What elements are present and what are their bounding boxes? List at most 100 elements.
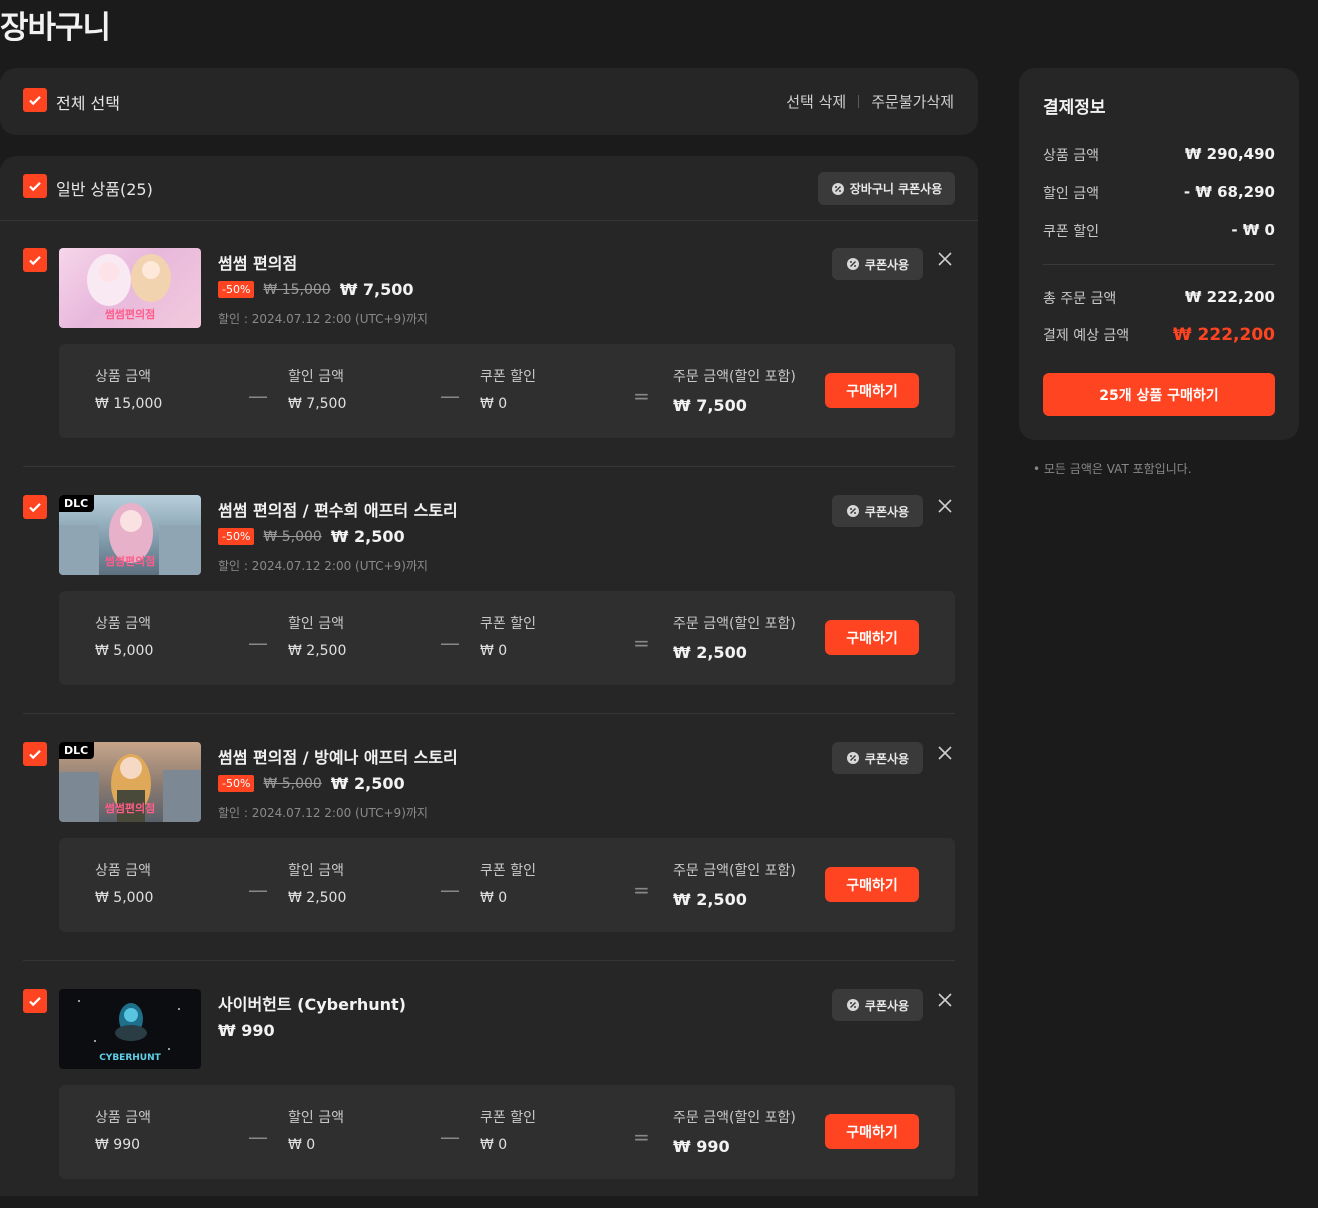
coupon-value: ₩ 0 [480, 396, 508, 412]
product-name[interactable]: 썸썸 편의점 / 방예나 애프터 스토리 [218, 744, 458, 768]
payment-total-row: 총 주문 금액 ₩ 222,200 [1043, 288, 1275, 308]
coupon-value: ₩ 0 [480, 890, 508, 906]
coupon-use-button[interactable]: 쿠폰사용 [832, 742, 923, 774]
check-icon [29, 750, 41, 760]
cart-coupon-button[interactable]: 장바구니 쿠폰사용 [818, 172, 955, 205]
dlc-badge: DLC [59, 495, 95, 512]
order-value: ₩ 2,500 [673, 643, 747, 662]
remove-item-icon[interactable] [936, 250, 954, 268]
thumbnail-caption: 썸썸편의점 [104, 555, 156, 568]
coupon-use-button[interactable]: 쿠폰사용 [832, 989, 923, 1021]
delete-selected-button[interactable]: 선택 삭제 [786, 91, 846, 112]
coupon-use-label: 쿠폰사용 [864, 504, 910, 519]
payment-title: 결제정보 [1043, 98, 1106, 118]
buy-button[interactable]: 구매하기 [825, 1114, 919, 1149]
payment-coupon-label: 쿠폰 할인 [1043, 224, 1099, 240]
discount-key: 할인 금액 [288, 616, 344, 632]
check-icon [29, 503, 41, 513]
coupon-icon [846, 752, 859, 764]
coupon-key: 쿠폰 할인 [480, 369, 536, 385]
payment-panel: 결제정보 상품 금액 ₩ 290,490 할인 금액 - ₩ 68,290 쿠폰… [1019, 68, 1299, 440]
sale-price: ₩ 2,500 [330, 527, 405, 546]
payment-expected-value: ₩ 222,200 [1172, 325, 1275, 345]
price-row: ₩ 990 [218, 1021, 275, 1040]
group-checkbox[interactable] [23, 174, 47, 198]
coupon-value: ₩ 0 [480, 643, 508, 659]
minus-icon: — [248, 384, 268, 408]
product-thumbnail[interactable]: 썸썸편의점 [59, 248, 201, 328]
discount-value: ₩ 2,500 [288, 643, 347, 659]
coupon-key: 쿠폰 할인 [480, 863, 536, 879]
coupon-use-button[interactable]: 쿠폰사용 [832, 495, 923, 527]
price-row: -50% ₩ 15,000 ₩ 7,500 [218, 280, 414, 299]
remove-item-icon[interactable] [936, 744, 954, 762]
cart-coupon-label: 장바구니 쿠폰사용 [849, 182, 943, 196]
price-key: 상품 금액 [95, 1110, 151, 1126]
coupon-icon [846, 999, 859, 1011]
coupon-use-button[interactable]: 쿠폰사용 [832, 248, 923, 280]
price-value: ₩ 990 [95, 1137, 141, 1153]
delete-unavailable-button[interactable]: 주문불가삭제 [871, 91, 954, 112]
equals-icon: = [633, 878, 650, 902]
product-thumbnail[interactable]: CYBERHUNT [59, 989, 201, 1069]
dlc-badge: DLC [59, 742, 95, 759]
price-summary: 상품 금액 ₩ 15,000 — 할인 금액 ₩ 7,500 — 쿠폰 할인 ₩ 0 … [59, 344, 955, 438]
sale-price: ₩ 2,500 [330, 774, 405, 793]
product-name[interactable]: 사이버헌트 (Cyberhunt) [218, 991, 406, 1015]
check-icon [29, 997, 41, 1007]
select-all-checkbox[interactable] [23, 88, 47, 112]
item-checkbox[interactable] [23, 742, 47, 766]
price-value: ₩ 5,000 [95, 643, 154, 659]
bulk-actions: 선택 삭제 주문불가삭제 [786, 91, 954, 112]
item-checkbox[interactable] [23, 248, 47, 272]
original-price: ₩ 5,000 [263, 775, 322, 792]
discount-badge: -50% [218, 528, 255, 545]
original-price: ₩ 15,000 [263, 281, 331, 298]
buy-button[interactable]: 구매하기 [825, 620, 919, 655]
product-thumbnail[interactable]: DLC 썸썸편의점 [59, 742, 201, 822]
sale-price: ₩ 7,500 [339, 280, 414, 299]
coupon-icon [846, 505, 859, 517]
discount-key: 할인 금액 [288, 863, 344, 879]
payment-total-value: ₩ 222,200 [1184, 288, 1275, 306]
buy-button[interactable]: 구매하기 [825, 867, 919, 902]
buy-button[interactable]: 구매하기 [825, 373, 919, 408]
order-key: 주문 금액(할인 포함) [673, 1110, 796, 1126]
check-icon [29, 256, 41, 266]
cart-item: CYBERHUNT 사이버헌트 (Cyberhunt) ₩ 990 쿠폰사용 상… [0, 961, 978, 1208]
price-row: -50% ₩ 5,000 ₩ 2,500 [218, 527, 405, 546]
product-thumbnail[interactable]: DLC 썸썸편의점 [59, 495, 201, 575]
product-name[interactable]: 썸썸 편의점 / 편수희 애프터 스토리 [218, 497, 458, 521]
cart-item: 썸썸편의점 썸썸 편의점 -50% ₩ 15,000 ₩ 7,500 할인 : … [0, 220, 978, 467]
minus-icon: — [248, 878, 268, 902]
group-label: 일반 상품(25) [56, 180, 153, 199]
buy-all-button[interactable]: 25개 상품 구매하기 [1043, 373, 1275, 416]
payment-total-label: 총 주문 금액 [1043, 291, 1117, 307]
remove-item-icon[interactable] [936, 497, 954, 515]
check-icon [29, 96, 41, 106]
vat-note: • 모든 금액은 VAT 포함입니다. [1033, 462, 1192, 476]
order-key: 주문 금액(할인 포함) [673, 369, 796, 385]
price-key: 상품 금액 [95, 616, 151, 632]
price-value: ₩ 5,000 [95, 890, 154, 906]
payment-product-value: ₩ 290,490 [1184, 145, 1275, 163]
item-checkbox[interactable] [23, 495, 47, 519]
price-summary: 상품 금액 ₩ 5,000 — 할인 금액 ₩ 2,500 — 쿠폰 할인 ₩ 0 =… [59, 838, 955, 932]
remove-item-icon[interactable] [936, 991, 954, 1009]
discount-badge: -50% [218, 281, 255, 298]
payment-discount-value: - ₩ 68,290 [1183, 183, 1275, 201]
minus-icon: — [440, 1125, 460, 1149]
discount-value: ₩ 7,500 [288, 396, 347, 412]
minus-icon: — [440, 878, 460, 902]
select-all-label[interactable]: 전체 선택 [56, 90, 120, 114]
price-row: -50% ₩ 5,000 ₩ 2,500 [218, 774, 405, 793]
product-name[interactable]: 썸썸 편의점 [218, 250, 297, 274]
minus-icon: — [440, 384, 460, 408]
payment-product-label: 상품 금액 [1043, 148, 1099, 164]
minus-icon: — [248, 1125, 268, 1149]
action-separator [858, 95, 860, 108]
discount-value: ₩ 0 [288, 1137, 316, 1153]
coupon-use-label: 쿠폰사용 [864, 998, 910, 1013]
item-checkbox[interactable] [23, 989, 47, 1013]
price-key: 상품 금액 [95, 863, 151, 879]
